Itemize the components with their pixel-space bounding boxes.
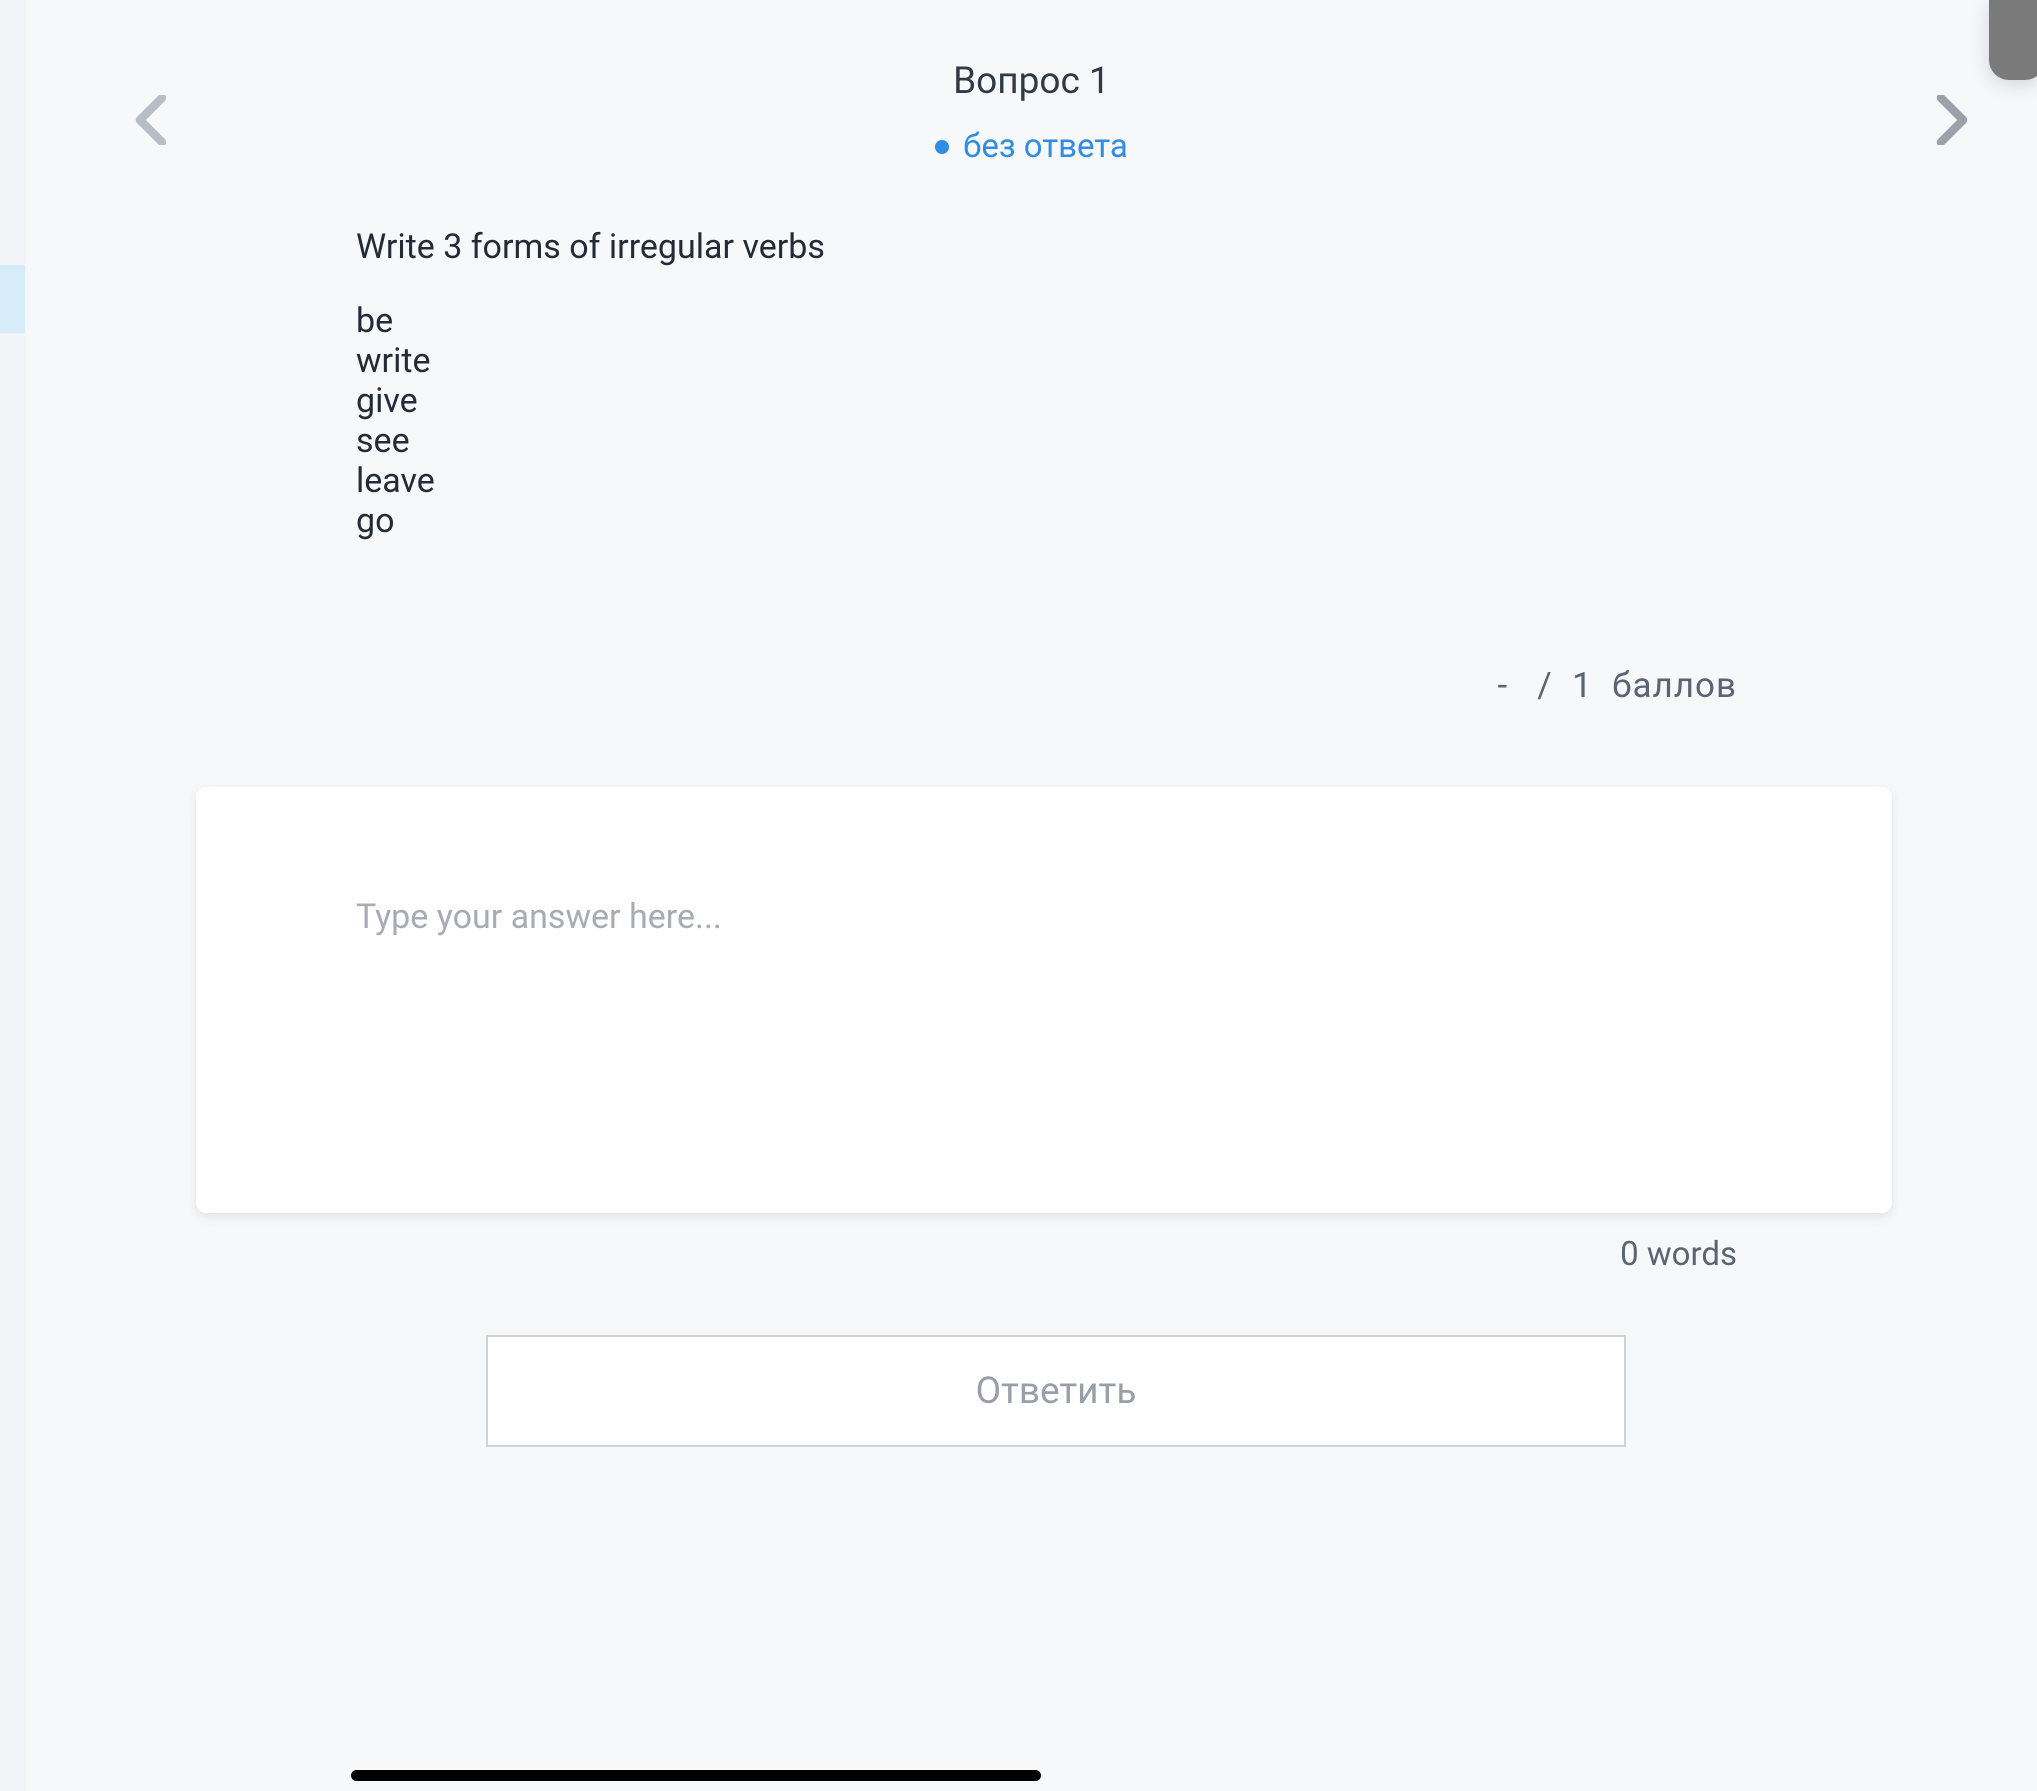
question-status: без ответа — [26, 127, 2037, 166]
word-count-label: words — [1647, 1235, 1737, 1274]
points-label: баллов — [1612, 665, 1737, 706]
main-panel: Вопрос 1 без ответа Write 3 forms of irr… — [26, 0, 2037, 1791]
sidebar-indicator — [0, 265, 25, 333]
question-header: Вопрос 1 без ответа — [26, 60, 2037, 166]
question-title: Вопрос 1 — [26, 60, 2037, 103]
status-dot-icon — [935, 140, 949, 154]
verb-item: write — [356, 341, 1737, 381]
submit-label: Ответить — [976, 1370, 1137, 1413]
word-count-value: 0 — [1620, 1235, 1639, 1274]
word-count: 0 words — [1620, 1235, 1737, 1274]
answer-box — [196, 787, 1892, 1213]
points-earned: - — [1498, 665, 1509, 706]
question-body: Write 3 forms of irregular verbs be writ… — [356, 225, 1737, 542]
verb-item: go — [356, 501, 1737, 541]
question-prompt: Write 3 forms of irregular verbs — [356, 225, 1737, 271]
status-text: без ответа — [963, 127, 1128, 166]
points-separator: / — [1537, 665, 1552, 706]
points-total: 1 — [1572, 665, 1593, 706]
submit-button[interactable]: Ответить — [486, 1335, 1626, 1447]
points-display: - / 1 баллов — [1498, 665, 1737, 706]
verb-list: be write give see leave go — [356, 301, 1737, 542]
verb-item: leave — [356, 461, 1737, 501]
verb-item: give — [356, 381, 1737, 421]
home-indicator — [351, 1770, 1041, 1781]
answer-input[interactable] — [356, 897, 1732, 1103]
verb-item: see — [356, 421, 1737, 461]
verb-item: be — [356, 301, 1737, 341]
